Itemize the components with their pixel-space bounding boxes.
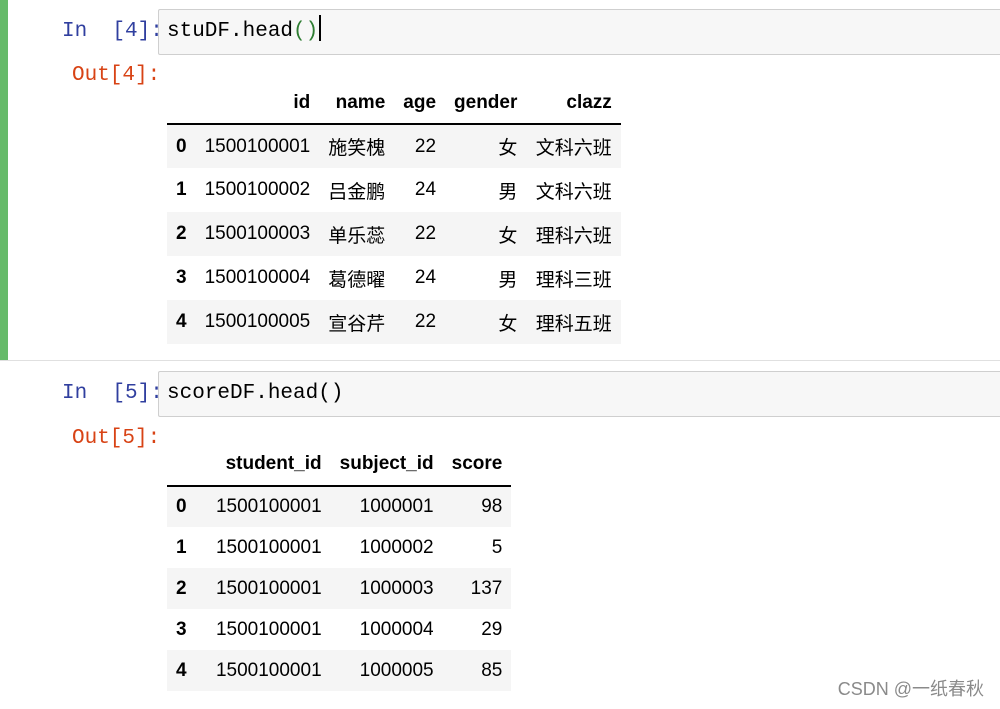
column-header: id <box>195 82 320 125</box>
table-row: 2 1500100003 单乐蕊 22 女 理科六班 <box>167 212 621 256</box>
table-cell: 22 <box>414 135 437 157</box>
table-row: 4 1500100005 宣谷芹 22 女 理科五班 <box>167 300 621 344</box>
notebook-cell-4[interactable]: In [4]: stuDF.head() Out[4]: id name age… <box>0 0 1000 360</box>
row-index: 1 <box>176 536 187 558</box>
table-cell: 文科六班 <box>535 138 612 159</box>
table-row: 3 1500100001 1000004 29 <box>167 609 512 650</box>
table-cell: 1500100001 <box>204 135 311 157</box>
table-cell: 1000003 <box>359 577 434 599</box>
row-index: 1 <box>176 179 187 200</box>
table-header-row: id name age gender clazz <box>167 82 621 125</box>
table-row: 3 1500100004 葛德曜 24 男 理科三班 <box>167 256 621 300</box>
table-cell: 24 <box>414 179 437 200</box>
code-text: scoreDF.head <box>167 382 319 405</box>
table-cell: 文科六班 <box>535 181 612 203</box>
code-text: stuDF.head <box>167 20 294 43</box>
row-index: 0 <box>176 496 187 517</box>
table-cell: 1500100001 <box>215 536 322 558</box>
table-row: 1 1500100001 1000002 5 <box>167 527 512 568</box>
table-cell: 1000001 <box>359 496 434 517</box>
table-cell: 男 <box>498 181 518 203</box>
column-header: subject_id <box>330 443 443 487</box>
row-index: 3 <box>176 267 187 288</box>
dataframe-table: id name age gender clazz 0 1500100001 施笑… <box>167 82 621 344</box>
table-cell: 22 <box>414 223 437 244</box>
notebook-cell-5[interactable]: In [5]: scoreDF.head() Out[5]: student_i… <box>0 361 1000 709</box>
table-cell: 1500100001 <box>215 618 322 640</box>
table-cell: 137 <box>470 577 503 599</box>
table-row: 0 1500100001 1000001 98 <box>167 486 512 527</box>
table-cell: 单乐蕊 <box>328 225 386 247</box>
table-cell: 理科三班 <box>535 269 612 291</box>
table-cell: 男 <box>498 269 518 291</box>
table-cell: 女 <box>498 138 518 159</box>
table-cell: 24 <box>414 267 437 288</box>
table-cell: 理科五班 <box>535 313 612 335</box>
row-index: 4 <box>176 659 187 681</box>
table-cell: 1500100001 <box>215 496 322 517</box>
table-cell: 5 <box>491 536 503 558</box>
table-row: 4 1500100001 1000005 85 <box>167 650 512 691</box>
row-index: 3 <box>176 618 187 640</box>
table-cell: 1500100005 <box>204 311 311 332</box>
row-index: 2 <box>176 577 187 599</box>
table-cell: 宣谷芹 <box>328 313 386 335</box>
table-cell: 85 <box>481 659 503 681</box>
column-header: age <box>394 82 446 125</box>
code-parens: () <box>318 382 344 405</box>
table-cell: 施笑槐 <box>328 138 386 159</box>
row-index: 4 <box>176 311 187 332</box>
table-row: 2 1500100001 1000003 137 <box>167 568 512 609</box>
code-input[interactable]: scoreDF.head() <box>158 371 1000 417</box>
table-cell: 理科六班 <box>535 225 612 247</box>
code-input[interactable]: stuDF.head() <box>158 9 1000 55</box>
index-header <box>167 443 196 487</box>
table-cell: 葛德曜 <box>328 269 386 291</box>
input-prompt: In [5]: <box>62 382 163 405</box>
table-cell: 22 <box>414 311 437 332</box>
table-cell: 1500100004 <box>204 267 311 288</box>
column-header: gender <box>445 82 527 125</box>
index-header <box>167 82 196 125</box>
row-index: 2 <box>176 223 187 244</box>
table-cell: 98 <box>481 496 503 517</box>
table-cell: 1500100001 <box>215 577 322 599</box>
table-cell: 1000002 <box>359 536 434 558</box>
watermark: CSDN @一纸春秋 <box>837 679 984 699</box>
dataframe-table: student_id subject_id score 0 1500100001… <box>167 443 512 691</box>
output-prompt: Out[4]: <box>72 64 161 87</box>
table-header-row: student_id subject_id score <box>167 443 512 487</box>
table-cell: 29 <box>481 618 503 640</box>
table-cell: 女 <box>498 225 518 247</box>
column-header: student_id <box>195 443 331 487</box>
input-prompt: In [4]: <box>62 20 163 43</box>
row-index: 0 <box>176 135 187 157</box>
output-prompt: Out[5]: <box>72 427 161 450</box>
table-cell: 女 <box>498 313 518 335</box>
table-cell: 1500100001 <box>215 659 322 681</box>
table-cell: 吕金鹏 <box>328 181 386 203</box>
table-cell: 1000005 <box>359 659 434 681</box>
table-row: 1 1500100002 吕金鹏 24 男 文科六班 <box>167 168 621 212</box>
column-header: score <box>442 443 512 487</box>
table-cell: 1500100003 <box>204 223 311 244</box>
code-parens: () <box>293 20 319 43</box>
table-cell: 1500100002 <box>204 179 311 200</box>
column-header: name <box>319 82 395 125</box>
table-cell: 1000004 <box>359 618 434 640</box>
column-header: clazz <box>526 82 621 125</box>
table-row: 0 1500100001 施笑槐 22 女 文科六班 <box>167 124 621 168</box>
text-cursor <box>319 15 322 42</box>
